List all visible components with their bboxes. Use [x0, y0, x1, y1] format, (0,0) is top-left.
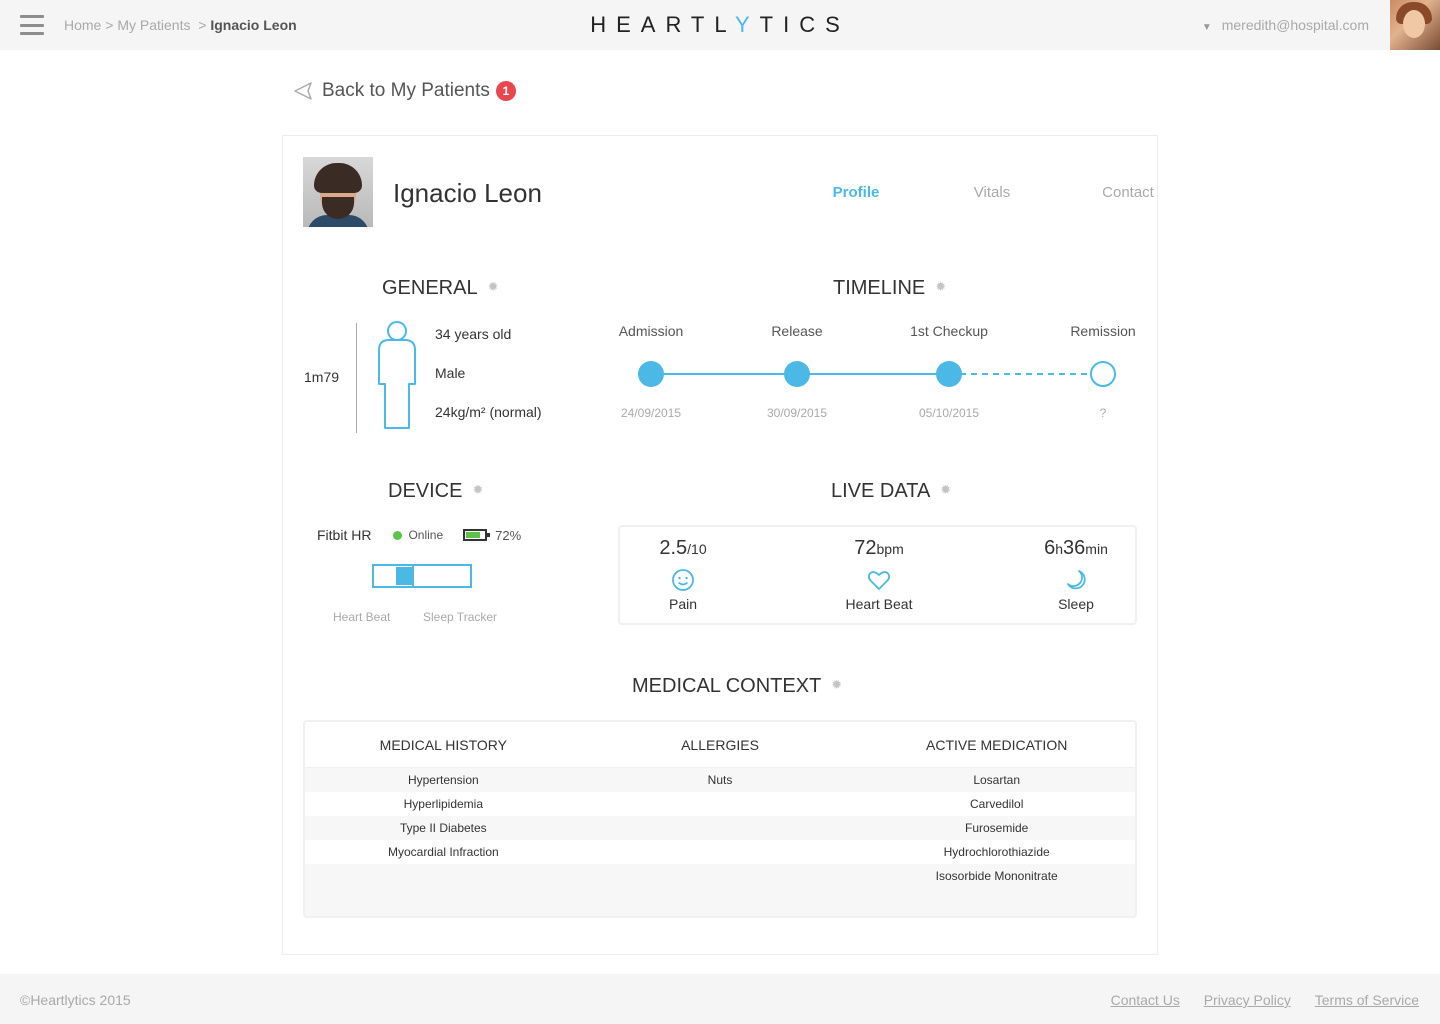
height-ruler	[356, 323, 357, 433]
sex-value: Male	[435, 365, 466, 381]
timeline-track	[638, 361, 1116, 387]
back-link-label: Back to My Patients	[322, 80, 490, 101]
live-data-section-title: LIVE DATA ✹	[831, 480, 952, 502]
timeline-step-label: Release	[771, 323, 823, 339]
tab-vitals[interactable]: Vitals	[924, 184, 1060, 201]
gear-icon[interactable]: ✹	[831, 677, 842, 693]
user-menu[interactable]: ▼ meredith@hospital.com	[1202, 17, 1369, 33]
mode-heart-beat[interactable]: Heart Beat	[333, 610, 390, 624]
table-body: Hypertension Nuts Losartan Hyperlipidemia C…	[305, 768, 1135, 916]
table-row: Type II Diabetes Furosemide	[305, 816, 1135, 840]
timeline-step-date: 05/10/2015	[918, 406, 980, 420]
patient-card: Ignacio Leon Profile Vitals Contact GENE…	[282, 135, 1158, 955]
timeline-step-date: ?	[1099, 406, 1107, 420]
toggle-knob[interactable]	[396, 567, 412, 585]
timeline-step-date: 24/09/2015	[620, 406, 682, 420]
height-value: 1m79	[304, 369, 340, 385]
timeline-section-title: TIMELINE ✹	[833, 277, 947, 299]
device-section-title: DEVICE ✹	[388, 480, 484, 502]
timeline-step-label: Remission	[1070, 323, 1136, 339]
general-section-title: GENERAL ✹	[382, 277, 499, 299]
timeline-step-label: 1st Checkup	[910, 323, 988, 339]
user-avatar[interactable]	[1390, 0, 1440, 50]
medical-context-section-title: MEDICAL CONTEXT ✹	[632, 675, 843, 697]
bmi-value: 24kg/m² (normal)	[435, 404, 542, 420]
sleep-label: Sleep	[1058, 596, 1094, 612]
gear-icon[interactable]: ✹	[940, 482, 951, 498]
breadcrumb-current: Ignacio Leon	[210, 17, 297, 33]
device-status: Online	[408, 528, 444, 542]
column-header: MEDICAL HISTORY	[379, 736, 507, 753]
device-mode-toggle[interactable]	[372, 564, 472, 588]
timeline-node[interactable]	[936, 361, 962, 387]
online-status-icon	[393, 530, 403, 540]
gear-icon[interactable]: ✹	[488, 279, 499, 295]
table-row: Myocardial Infraction Hydrochlorothiazide	[387, 845, 1050, 859]
live-pain: 2.5/10 Pain	[608, 537, 758, 612]
gear-icon[interactable]: ✹	[935, 279, 946, 295]
timeline-node[interactable]	[784, 361, 810, 387]
breadcrumb-separator: >	[105, 17, 114, 33]
back-arrow-icon	[294, 82, 312, 100]
gear-icon[interactable]: ✹	[472, 482, 483, 498]
pain-value: 2.5	[659, 537, 688, 559]
breadcrumb: Home > My Patients > Ignacio Leon	[64, 17, 297, 33]
hamburger-menu-icon[interactable]	[20, 15, 44, 35]
table-row: Isosorbide Mononitrate	[305, 864, 1135, 888]
body-silhouette-icon	[378, 321, 416, 429]
footer-links: Contact Us Privacy Policy Terms of Servi…	[1091, 992, 1419, 1008]
patient-name: Ignacio Leon	[393, 178, 542, 208]
notification-badge: 1	[495, 81, 516, 101]
column-header: ALLERGIES	[681, 736, 759, 753]
user-email: meredith@hospital.com	[1221, 17, 1369, 33]
top-bar: Home > My Patients > Ignacio Leon HEARTL…	[0, 0, 1440, 50]
timeline-step-date: 30/09/2015	[766, 406, 828, 420]
privacy-policy-link[interactable]: Privacy Policy	[1204, 992, 1291, 1008]
sleep-minutes: 36	[1063, 537, 1086, 559]
breadcrumb-separator: >	[198, 17, 207, 33]
contact-us-link[interactable]: Contact Us	[1111, 992, 1180, 1008]
tab-contact[interactable]: Contact	[1060, 184, 1196, 201]
device-name: Fitbit HR	[317, 527, 372, 543]
caret-down-icon: ▼	[1201, 22, 1212, 33]
column-header: ACTIVE MEDICATION	[926, 736, 1068, 753]
table-row: Hypertension Nuts Losartan	[305, 768, 1135, 792]
breadcrumb-home[interactable]: Home	[64, 17, 101, 33]
copyright: ©Heartlytics 2015	[20, 992, 131, 1008]
terms-of-service-link[interactable]: Terms of Service	[1315, 992, 1419, 1008]
heart-beat-unit: bpm	[876, 541, 904, 557]
age-value: 34 years old	[435, 326, 512, 342]
timeline-node[interactable]	[638, 361, 664, 387]
medical-context-table: MEDICAL HISTORY ALLERGIES ACTIVE MEDICAT…	[303, 720, 1137, 918]
battery-percent: 72%	[495, 527, 522, 543]
pain-label: Pain	[668, 596, 698, 612]
patient-photo	[303, 157, 373, 227]
heart-beat-value: 72	[854, 537, 877, 559]
table-header: MEDICAL HISTORY ALLERGIES ACTIVE MEDICAT…	[305, 722, 1135, 768]
device-status-row: Fitbit HR Online 72%	[317, 527, 521, 543]
battery-icon	[463, 529, 491, 541]
breadcrumb-my-patients[interactable]: My Patients	[117, 17, 190, 33]
live-sleep: 6h36min Sleep	[1001, 537, 1151, 612]
footer: ©Heartlytics 2015 Contact Us Privacy Pol…	[0, 974, 1440, 1024]
heart-icon	[867, 571, 891, 590]
moon-icon	[1067, 570, 1086, 590]
live-data-panel: 2.5/10 Pain 72bpm Heart Beat 6h36min Sle…	[618, 525, 1137, 625]
mode-sleep-tracker[interactable]: Sleep Tracker	[423, 610, 497, 624]
pain-unit: /10	[687, 541, 707, 557]
timeline-step-label: Admission	[618, 323, 684, 339]
sleep-hours: 6	[1044, 537, 1056, 559]
timeline-node[interactable]	[1090, 361, 1116, 387]
tab-profile[interactable]: Profile	[788, 184, 924, 201]
heart-beat-label: Heart Beat	[845, 596, 913, 612]
patient-tabs: Profile Vitals Contact	[788, 184, 1196, 201]
live-heart-beat: 72bpm Heart Beat	[804, 537, 954, 612]
smiley-icon	[672, 569, 694, 591]
back-to-patients-link[interactable]: Back to My Patients 1	[292, 80, 516, 102]
table-filler	[305, 888, 1135, 916]
table-row: Hyperlipidemia Carvedilol	[403, 797, 1024, 811]
